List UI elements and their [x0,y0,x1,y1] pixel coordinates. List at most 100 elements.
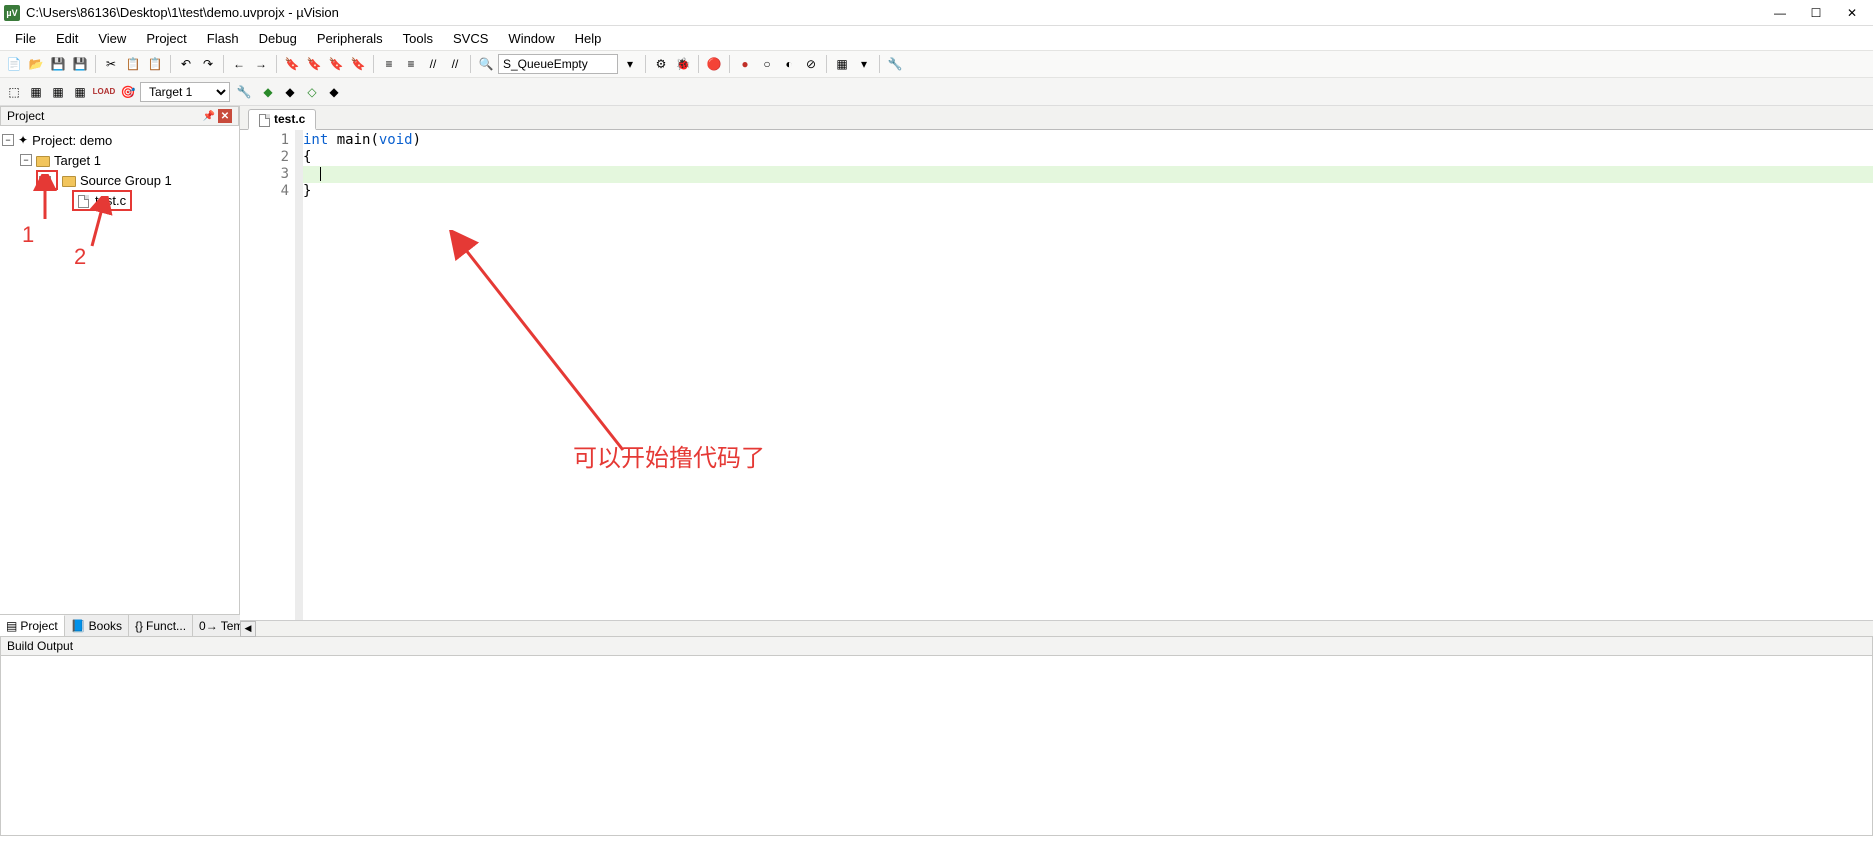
collapse-icon[interactable]: − [2,134,14,146]
breakpoint-kill-button[interactable]: ⊘ [801,54,821,74]
bookmark-next-button[interactable]: 🔖 [326,54,346,74]
window-config-button[interactable]: ▦ [832,54,852,74]
toolbar-separator [729,55,730,73]
line-number: 4 [240,183,289,200]
find-combo[interactable] [498,54,618,74]
nav-forward-button[interactable]: → [251,54,271,74]
folder-icon [62,176,76,187]
menu-svcs[interactable]: SVCS [444,29,497,48]
annotation-note: 可以开始撸代码了 [573,450,765,467]
open-file-button[interactable]: 📂 [26,54,46,74]
comment-button[interactable]: // [423,54,443,74]
debug-config-button[interactable]: ⚙ [651,54,671,74]
pin-icon[interactable]: 📌 [202,109,216,123]
code-line[interactable]: { [303,149,1873,166]
scroll-track[interactable] [256,622,1873,636]
editor-tab-testc[interactable]: test.c [248,109,316,130]
code-line[interactable]: } [303,183,1873,200]
panel-close-button[interactable]: ✕ [218,109,232,123]
tree-root[interactable]: − ✦ Project: demo [2,130,237,150]
line-number: 2 [240,149,289,166]
uncomment-button[interactable]: // [445,54,465,74]
manage-button[interactable]: ◆ [324,82,344,102]
code-line-current[interactable] [303,166,1873,183]
menu-help[interactable]: Help [566,29,611,48]
project-tree[interactable]: − ✦ Project: demo − Target 1 − Source Gr… [0,126,239,614]
build-output-title: Build Output [7,639,73,653]
target-options-button[interactable]: 🎯 [118,82,138,102]
menu-file[interactable]: File [6,29,45,48]
nav-back-button[interactable]: ← [229,54,249,74]
minimize-button[interactable]: — [1771,4,1789,22]
tree-target[interactable]: − Target 1 [2,150,237,170]
breakpoint-disable-button[interactable]: ◐ [779,54,799,74]
menu-tools[interactable]: Tools [394,29,442,48]
breakpoint-insert-button[interactable]: 🔴 [704,54,724,74]
tree-group[interactable]: − Source Group 1 [2,170,237,190]
window-title: C:\Users\86136\Desktop\1\test\demo.uvpro… [26,5,1771,20]
maximize-button[interactable]: ☐ [1807,4,1825,22]
options-button[interactable]: 🔧 [234,82,254,102]
cut-button[interactable]: ✂ [101,54,121,74]
rebuild-button[interactable]: ▦ [48,82,68,102]
translate-button[interactable]: ⬚ [4,82,24,102]
code-line[interactable]: int main(void) [303,132,1873,149]
annotation-label-1: 1 [22,222,34,248]
scroll-left-button[interactable]: ◀ [240,621,256,637]
new-file-button[interactable]: 📄 [4,54,24,74]
fold-gutter [295,130,303,620]
download-button[interactable]: LOAD [94,82,114,102]
menu-peripherals[interactable]: Peripherals [308,29,392,48]
collapse-icon[interactable]: − [39,176,51,188]
toolbar-separator [879,55,880,73]
build-button[interactable]: ▦ [26,82,46,102]
menu-edit[interactable]: Edit [47,29,87,48]
manage-rte-button[interactable]: ◆ [258,82,278,102]
project-panel-title: Project [7,109,44,123]
batch-build-button[interactable]: ▦ [70,82,90,102]
collapse-icon[interactable]: − [20,154,32,166]
bookmark-clear-button[interactable]: 🔖 [348,54,368,74]
menu-window[interactable]: Window [499,29,563,48]
find-button[interactable]: 🔍 [476,54,496,74]
line-number-gutter: 1 2 3 4 [240,130,295,620]
copy-button[interactable]: 📋 [123,54,143,74]
configure-button[interactable]: 🔧 [885,54,905,74]
window-dropdown[interactable]: ▾ [854,54,874,74]
save-button[interactable]: 💾 [48,54,68,74]
redo-button[interactable]: ↷ [198,54,218,74]
editor-hscrollbar[interactable]: ◀ [240,620,1873,636]
find-dropdown[interactable]: ▾ [620,54,640,74]
target-select[interactable]: Target 1 [140,82,230,102]
menu-project[interactable]: Project [137,29,195,48]
undo-button[interactable]: ↶ [176,54,196,74]
build-output-header: Build Output [0,636,1873,656]
project-icon: ✦ [18,133,28,147]
breakpoint-enable-button[interactable]: ○ [757,54,777,74]
toolbar-separator [470,55,471,73]
outdent-button[interactable]: ≡ [401,54,421,74]
menu-flash[interactable]: Flash [198,29,248,48]
tree-file[interactable]: test.c [2,190,237,210]
save-all-button[interactable]: 💾 [70,54,90,74]
toolbar-separator [645,55,646,73]
file-icon [78,195,89,208]
panel-tab-functions[interactable]: {}Funct... [129,615,193,636]
close-window-button[interactable]: ✕ [1843,4,1861,22]
breakpoint-button[interactable]: ● [735,54,755,74]
bookmark-prev-button[interactable]: 🔖 [304,54,324,74]
select-packs-button[interactable]: ◇ [302,82,322,102]
code-editor[interactable]: int main(void) { } 可以开始撸代码了 [303,130,1873,620]
panel-tab-books[interactable]: 📘Books [65,615,129,636]
debug-button[interactable]: 🐞 [673,54,693,74]
paste-button[interactable]: 📋 [145,54,165,74]
pack-button[interactable]: ◆ [280,82,300,102]
bookmark-button[interactable]: 🔖 [282,54,302,74]
panel-tab-project[interactable]: ▤Project [0,615,65,636]
menu-view[interactable]: View [89,29,135,48]
build-output-body[interactable] [0,656,1873,836]
annotation-arrow-main [443,230,643,460]
annotation-label-2: 2 [74,244,86,270]
indent-button[interactable]: ≡ [379,54,399,74]
menu-debug[interactable]: Debug [250,29,306,48]
